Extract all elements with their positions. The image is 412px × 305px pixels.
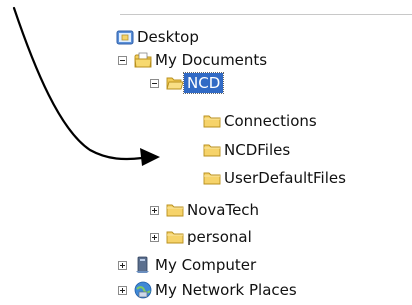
- tree-label-ncd: NCD: [182, 72, 225, 94]
- desktop-icon: [116, 30, 134, 45]
- tree-item-ncdfiles[interactable]: NCDFiles: [203, 139, 293, 161]
- tree-label-desktop: Desktop: [137, 28, 199, 46]
- expand-toggle-my-computer[interactable]: [118, 260, 127, 270]
- expand-toggle-my-network-places[interactable]: [118, 285, 127, 295]
- my-documents-folder-icon: [134, 52, 152, 68]
- tree-item-userdefaultfiles[interactable]: UserDefaultFiles: [203, 167, 349, 189]
- tree-label-my-network-places: My Network Places: [155, 281, 297, 299]
- tree-item-my-computer[interactable]: My Computer: [118, 254, 259, 276]
- folder-icon: [203, 172, 221, 185]
- tree-item-connections[interactable]: Connections: [203, 110, 320, 132]
- expand-toggle-novatech[interactable]: [150, 205, 159, 215]
- folder-icon: [166, 231, 184, 244]
- collapse-toggle-ncd[interactable]: [150, 78, 159, 88]
- tree-label-userdefaultfiles: UserDefaultFiles: [224, 169, 346, 187]
- tree-item-personal[interactable]: personal: [150, 226, 255, 248]
- tree-item-ncd[interactable]: NCD: [150, 72, 225, 94]
- folder-icon: [166, 204, 184, 217]
- tree-item-my-documents[interactable]: My Documents: [118, 49, 270, 71]
- folder-tree: Desktop My Documents NCD Connections NCD…: [0, 0, 412, 305]
- folder-icon: [203, 115, 221, 128]
- tree-label-ncdfiles: NCDFiles: [224, 141, 291, 159]
- expand-toggle-personal[interactable]: [150, 232, 159, 242]
- collapse-toggle-my-documents[interactable]: [118, 55, 127, 65]
- tree-label-connections: Connections: [224, 112, 317, 130]
- tree-label-my-computer: My Computer: [155, 256, 257, 274]
- tree-label-personal: personal: [187, 228, 252, 246]
- open-folder-icon: [166, 77, 184, 90]
- tree-item-my-network-places[interactable]: My Network Places: [118, 279, 300, 301]
- my-computer-icon: [136, 256, 149, 273]
- folder-icon: [203, 144, 221, 157]
- tree-item-desktop[interactable]: Desktop: [116, 26, 202, 48]
- tree-item-novatech[interactable]: NovaTech: [150, 199, 262, 221]
- tree-label-my-documents: My Documents: [155, 51, 268, 69]
- my-network-places-icon: [134, 281, 152, 299]
- tree-label-novatech: NovaTech: [187, 201, 260, 219]
